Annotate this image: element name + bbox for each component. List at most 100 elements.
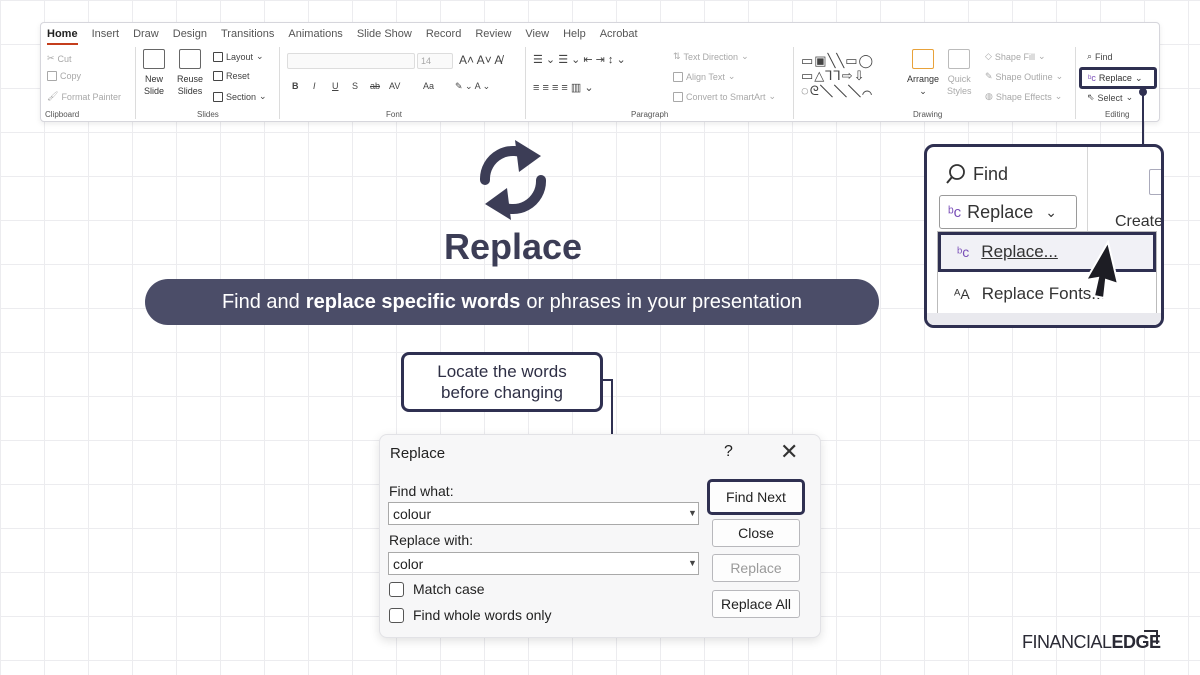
- shape-outline-button[interactable]: ✎ Shape Outline ⌄: [985, 71, 1063, 82]
- replace-button[interactable]: ᵇc Replace ⌄: [1079, 67, 1157, 89]
- mouse-cursor-icon: [1084, 240, 1120, 300]
- align-text-icon: [673, 71, 683, 82]
- logo-mark-icon: [1144, 630, 1158, 644]
- tab-design[interactable]: Design: [173, 28, 207, 45]
- chevron-down-icon[interactable]: ▼: [686, 503, 699, 524]
- tab-acrobat[interactable]: Acrobat: [600, 28, 638, 45]
- close-icon[interactable]: ✕: [780, 439, 798, 465]
- new-slide-button[interactable]: New Slide: [143, 49, 165, 97]
- text-direction-button[interactable]: ⇅ Text Direction ⌄: [673, 51, 749, 62]
- chevron-down-icon: ⌄: [741, 51, 749, 61]
- reuse-slides-button[interactable]: Reuse Slides: [177, 49, 203, 97]
- find-what-input[interactable]: [388, 502, 699, 525]
- tab-draw[interactable]: Draw: [133, 28, 159, 45]
- replace-all-button[interactable]: Replace All: [712, 590, 800, 618]
- paint-bucket-icon: ◇: [985, 51, 992, 61]
- section-button[interactable]: Section ⌄: [213, 91, 267, 102]
- italic-button[interactable]: I: [313, 81, 316, 91]
- paragraph-group-label: Paragraph: [631, 110, 669, 119]
- chevron-down-icon: ⌄: [256, 51, 264, 61]
- chevron-down-icon: ⌄: [1125, 92, 1134, 102]
- bullets-icon[interactable]: ☰ ⌄ ☰ ⌄ ⇤ ⇥ ↕ ⌄: [533, 53, 626, 66]
- whole-words-checkbox[interactable]: Find whole words only: [389, 607, 552, 623]
- select-button[interactable]: ⇖ Select ⌄: [1087, 92, 1133, 103]
- divider: [793, 47, 794, 119]
- format-painter-button[interactable]: 🖌 Format Painter: [47, 91, 121, 102]
- shape-effects-button[interactable]: ◍ Shape Effects ⌄: [985, 91, 1062, 102]
- bold-button[interactable]: B: [292, 81, 299, 91]
- character-spacing-button[interactable]: AV: [389, 81, 400, 91]
- replace-icon: ᵇc: [957, 244, 970, 260]
- dialog-title: Replace: [390, 445, 446, 462]
- convert-smartart-button[interactable]: Convert to SmartArt ⌄: [673, 91, 776, 102]
- create-icon: [1149, 169, 1161, 195]
- match-case-checkbox[interactable]: Match case: [389, 581, 485, 597]
- create-button[interactable]: Create: [1115, 213, 1161, 231]
- align-icon[interactable]: ≡ ≡ ≡ ≡ ▥ ⌄: [533, 81, 594, 94]
- tab-insert[interactable]: Insert: [92, 28, 120, 45]
- replace-with-input[interactable]: [388, 552, 699, 575]
- align-text-button[interactable]: Align Text ⌄: [673, 71, 735, 82]
- replace-dialog: Replace ? ✕ Find what: ▼ Replace with: ▼…: [379, 434, 821, 638]
- layout-button[interactable]: Layout ⌄: [213, 51, 264, 62]
- zoom-find-button[interactable]: Find: [945, 163, 1008, 185]
- chevron-down-icon: ⌄: [1037, 51, 1046, 61]
- quick-styles-icon: [948, 49, 971, 69]
- editing-group-label: Editing: [1105, 110, 1130, 119]
- pencil-icon: ✎: [985, 71, 993, 81]
- brand-logo: FINANCIALEDGE: [1022, 632, 1161, 652]
- help-button[interactable]: ?: [724, 443, 733, 461]
- find-button[interactable]: ⌕ Find: [1087, 51, 1113, 62]
- shape-fill-button[interactable]: ◇ Shape Fill ⌄: [985, 51, 1046, 62]
- replace-with-label: Replace with:: [389, 532, 474, 548]
- chevron-down-icon: ⌄: [727, 71, 736, 81]
- ribbon: Home Insert Draw Design Transitions Anim…: [40, 22, 1160, 122]
- replace-button[interactable]: Replace: [712, 554, 800, 582]
- chevron-down-icon: ⌄: [768, 91, 777, 101]
- zoom-panel: Find ᵇc Replace ⌄ Create ᵇc Replace... ᴬ…: [924, 144, 1164, 328]
- chevron-down-icon[interactable]: ▼: [686, 553, 699, 574]
- tab-transitions[interactable]: Transitions: [221, 28, 274, 45]
- new-slide-icon: [143, 49, 165, 69]
- chevron-down-icon: ⌄: [1045, 203, 1057, 220]
- smartart-icon: [673, 91, 683, 102]
- copy-button[interactable]: Copy: [47, 71, 81, 81]
- highlight-icon[interactable]: ✎ ⌄ A ⌄: [455, 81, 490, 92]
- scissors-icon: ✂: [47, 53, 55, 63]
- find-next-button[interactable]: Find Next: [707, 479, 805, 515]
- text-direction-icon: ⇅: [673, 51, 681, 61]
- close-button[interactable]: Close: [712, 519, 800, 547]
- font-size-box[interactable]: 14: [417, 53, 453, 69]
- divider: [1087, 147, 1088, 231]
- reuse-slides-icon: [179, 49, 201, 69]
- tab-record[interactable]: Record: [426, 28, 461, 45]
- strikethrough-button[interactable]: ab: [370, 81, 380, 91]
- layout-icon: [213, 51, 223, 62]
- replace-fonts-icon: ᴬA: [954, 286, 970, 302]
- tab-animations[interactable]: Animations: [288, 28, 342, 45]
- ribbon-tabs: Home Insert Draw Design Transitions Anim…: [47, 28, 638, 45]
- cut-button[interactable]: ✂ Cut: [47, 53, 72, 64]
- grow-font-icon[interactable]: A˄ A˅ A̸: [459, 53, 502, 67]
- tab-review[interactable]: Review: [475, 28, 511, 45]
- arrange-button[interactable]: Arrange ⌄: [907, 49, 939, 97]
- zoom-replace-button[interactable]: ᵇc Replace ⌄: [939, 195, 1077, 229]
- shadow-button[interactable]: S: [352, 81, 358, 91]
- reset-button[interactable]: Reset: [213, 71, 250, 81]
- search-icon: ⌕: [1087, 51, 1093, 61]
- tab-help[interactable]: Help: [563, 28, 586, 45]
- tab-slide-show[interactable]: Slide Show: [357, 28, 412, 45]
- chevron-down-icon: ⌄: [1134, 72, 1143, 83]
- page-title: Replace: [443, 226, 583, 267]
- quick-styles-button[interactable]: Quick Styles: [947, 49, 972, 97]
- tab-view[interactable]: View: [525, 28, 549, 45]
- underline-button[interactable]: U: [332, 81, 339, 91]
- shapes-gallery[interactable]: ▭▣╲╲▭◯ ▭△⅂⅂⇨⇩ ◌ᘓ╲╲╲⌒: [801, 53, 896, 101]
- chevron-down-icon: ⌄: [259, 91, 267, 101]
- divider: [279, 47, 280, 119]
- arrange-icon: [912, 49, 935, 69]
- divider: [1075, 47, 1076, 119]
- font-name-box[interactable]: [287, 53, 415, 69]
- change-case-button[interactable]: Aa: [423, 81, 434, 91]
- tab-home[interactable]: Home: [47, 28, 78, 45]
